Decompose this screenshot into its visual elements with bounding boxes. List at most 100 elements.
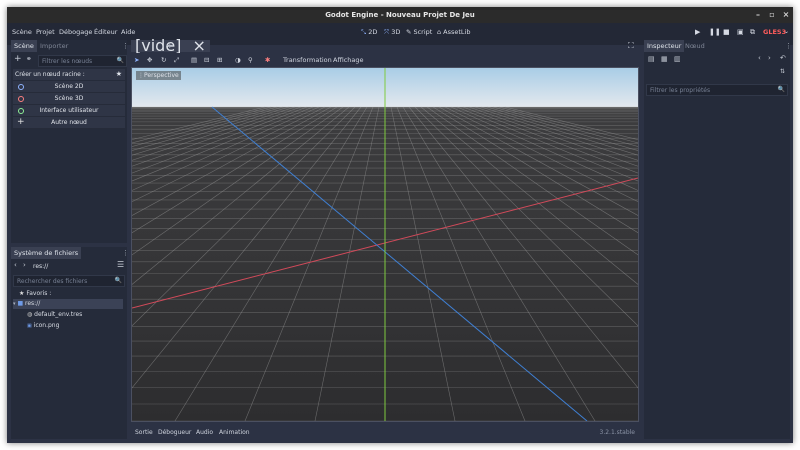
maximize-icon[interactable]: ▫ (767, 10, 777, 20)
search-icon: 🔍 (777, 86, 785, 93)
image-icon: ▣ (27, 323, 32, 329)
tab-inspector[interactable]: Inspecteur (644, 40, 685, 52)
filesystem-dock: Système de fichiers ⋮ ‹ › res:// ☰ 🔍 ★ F… (11, 247, 129, 439)
play-icon[interactable]: ▶ (695, 28, 700, 36)
tab-node[interactable]: Nœud (682, 40, 708, 52)
view-menu[interactable]: Affichage (333, 56, 364, 64)
scene-dock-tabs: Scène Importer ⋮ (11, 40, 129, 52)
title-bar: Godot Engine - Nouveau Projet De Jeu – ▫… (7, 7, 793, 23)
move-tool-icon[interactable]: ✥ (147, 56, 152, 64)
list-select-icon[interactable]: ▤ (191, 56, 197, 64)
snap-icon[interactable]: ⚲ (248, 56, 253, 64)
file-search-field[interactable]: 🔍 (13, 275, 125, 287)
tab-filesystem[interactable]: Système de fichiers (11, 247, 82, 259)
tab-scene[interactable]: Scène (11, 40, 37, 52)
current-path[interactable]: res:// (33, 263, 48, 270)
node-filter-input[interactable] (42, 56, 112, 66)
2d-icon: ⤡ (361, 28, 367, 36)
filesystem-tabs: Système de fichiers ⋮ (11, 247, 129, 259)
viewport-3d[interactable]: ⋮Perspective (131, 67, 639, 422)
play-custom-scene-icon[interactable]: ⧉ (750, 28, 755, 37)
history-back-icon[interactable]: ‹ (758, 54, 761, 62)
camera-icon[interactable]: ✱ (265, 56, 270, 64)
res-root-item[interactable]: ▾ ■ res:// (13, 299, 123, 309)
property-filter-field[interactable]: 🔍 (646, 84, 788, 96)
root-option-2d-scene[interactable]: Scène 2D (13, 81, 125, 93)
tab-output[interactable]: Sortie (135, 429, 153, 436)
minimize-icon[interactable]: – (753, 10, 763, 20)
new-resource-icon[interactable]: ▤ (648, 55, 655, 63)
distraction-free-icon[interactable]: ⛶ (628, 40, 634, 52)
scale-tool-icon[interactable]: ⤢ (174, 56, 179, 65)
tab-import[interactable]: Importer (37, 40, 71, 52)
node-filter-field[interactable]: 🔍 (38, 55, 127, 67)
menu-editor[interactable]: Éditeur (94, 28, 117, 36)
more-icon[interactable]: ⋮ (122, 249, 129, 257)
tab-debugger[interactable]: Débogueur (158, 429, 191, 436)
favorites-item[interactable]: ★ Favoris : (19, 289, 51, 299)
group-icon[interactable]: ⊞ (217, 56, 222, 64)
file-item[interactable]: ▣ icon.png (27, 321, 59, 331)
forward-icon[interactable]: › (23, 261, 26, 269)
menu-debug[interactable]: Débogage (59, 28, 92, 36)
star-icon: ★ (19, 290, 25, 297)
menu-project[interactable]: Projet (36, 28, 55, 36)
history-icon[interactable]: ↶ (780, 54, 786, 62)
root-option-other-node[interactable]: + Autre nœud (13, 117, 125, 129)
root-option-3d-scene[interactable]: Scène 3D (13, 93, 125, 105)
environment-icon: ◍ (27, 311, 33, 318)
pause-icon[interactable]: ❚❚ (709, 28, 721, 36)
file-search-input[interactable] (17, 276, 105, 286)
search-icon: 🔍 (114, 277, 122, 284)
root-option-user-interface[interactable]: Interface utilisateur (13, 105, 125, 117)
save-resource-icon[interactable]: ▥ (674, 55, 681, 63)
perspective-menu[interactable]: ⋮Perspective (136, 71, 181, 80)
transform-menu[interactable]: Transformation (283, 56, 332, 64)
tab-animation[interactable]: Animation (219, 429, 250, 436)
split-view-icon[interactable]: ☰ (117, 260, 124, 269)
menu-help[interactable]: Aide (121, 28, 135, 36)
chevron-down-icon[interactable]: ⌄ (784, 28, 789, 35)
mode-3d-button[interactable]: ⤧ 3D (384, 28, 400, 37)
new-scene-icon[interactable]: + (166, 40, 174, 52)
3d-icon: ⤧ (384, 28, 390, 36)
expand-icon: ▾ (13, 301, 16, 307)
scene-tab-bar: [vide] × + ⛶ (131, 38, 641, 54)
mode-assetlib-button[interactable]: ⌂ AssetLib (437, 28, 470, 36)
local-space-icon[interactable]: ◑ (235, 56, 241, 64)
folder-icon: ■ (17, 300, 24, 307)
menu-scene[interactable]: Scène (12, 28, 32, 36)
assetlib-icon: ⌂ (437, 28, 442, 36)
mode-2d-button[interactable]: ⤡ 2D (361, 28, 377, 37)
mode-script-button[interactable]: ✎ Script (406, 28, 432, 36)
viewport-toolbar: ➤ ✥ ↻ ⤢ ▤ ⊟ ⊞ ◑ ⚲ ✱ Transformation Affic… (131, 53, 641, 67)
close-icon[interactable]: × (781, 10, 791, 20)
scene-dock: Scène Importer ⋮ + ⚭ 🔍 Créer un nœud rac… (11, 40, 129, 243)
search-icon: 🔍 (116, 57, 124, 64)
window-title: Godot Engine - Nouveau Projet De Jeu (325, 11, 475, 19)
more-icon[interactable]: ⋮ (122, 42, 129, 50)
add-node-icon[interactable]: + (14, 54, 22, 64)
inspector-tabs: Inspecteur Nœud ⋮ (644, 40, 792, 52)
lock-icon[interactable]: ⊟ (204, 56, 209, 64)
sort-icon[interactable]: ⇅ (780, 68, 785, 75)
script-icon: ✎ (406, 28, 412, 36)
renderer-selector[interactable]: GLES3 (763, 28, 786, 36)
viewport-render[interactable] (132, 68, 638, 421)
link-icon[interactable]: ⚭ (26, 55, 32, 63)
create-root-header: Créer un nœud racine : ★ (13, 69, 125, 80)
tab-audio[interactable]: Audio (196, 429, 213, 436)
property-filter-input[interactable] (650, 85, 762, 95)
editor-window: Godot Engine - Nouveau Projet De Jeu – ▫… (7, 7, 793, 443)
stop-icon[interactable]: ■ (723, 28, 730, 36)
history-forward-icon[interactable]: › (768, 54, 771, 62)
file-item[interactable]: ◍ default_env.tres (27, 310, 82, 320)
select-tool-icon[interactable]: ➤ (134, 56, 139, 64)
rotate-tool-icon[interactable]: ↻ (161, 56, 166, 64)
play-scene-icon[interactable]: ▣ (737, 28, 744, 36)
bottom-panel-bar: Sortie Débogueur Audio Animation 3.2.1.s… (131, 425, 641, 439)
favorite-star-icon[interactable]: ★ (116, 70, 122, 78)
more-icon[interactable]: ⋮ (785, 42, 792, 50)
back-icon[interactable]: ‹ (14, 261, 17, 269)
load-resource-icon[interactable]: ▦ (661, 55, 668, 63)
